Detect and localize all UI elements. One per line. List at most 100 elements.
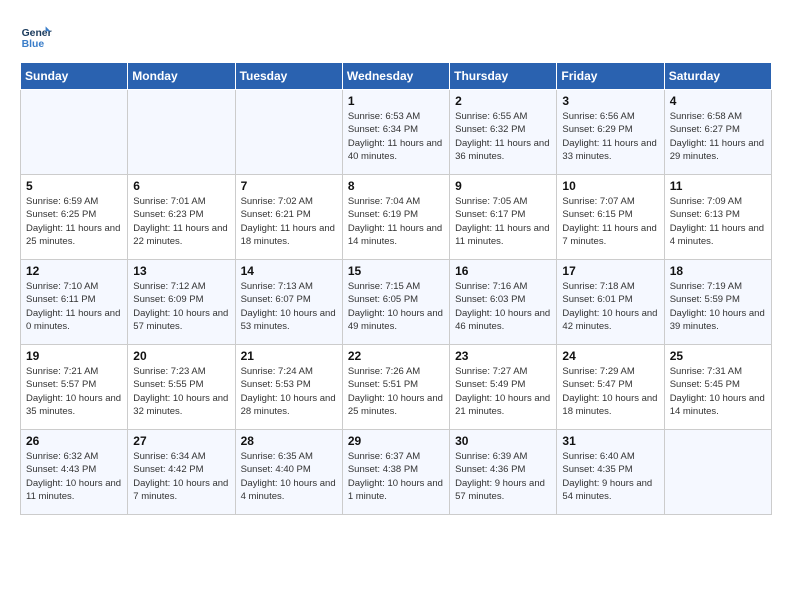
calendar-table: SundayMondayTuesdayWednesdayThursdayFrid… — [20, 62, 772, 515]
calendar-cell — [128, 90, 235, 175]
day-info: Sunrise: 7:21 AM Sunset: 5:57 PM Dayligh… — [26, 365, 122, 418]
calendar-cell: 25 Sunrise: 7:31 AM Sunset: 5:45 PM Dayli… — [664, 345, 771, 430]
calendar-cell: 4 Sunrise: 6:58 AM Sunset: 6:27 PM Daylig… — [664, 90, 771, 175]
day-number: 2 — [455, 94, 551, 108]
calendar-cell: 31 Sunrise: 6:40 AM Sunset: 4:35 PM Dayli… — [557, 430, 664, 515]
calendar-cell: 21Sunrise: 7:24 AM Sunset: 5:53 PM Dayli… — [235, 345, 342, 430]
day-number: 14 — [241, 264, 337, 278]
calendar-cell: 27 Sunrise: 6:34 AM Sunset: 4:42 PM Dayli… — [128, 430, 235, 515]
day-info: Sunrise: 6:59 AM Sunset: 6:25 PM Dayligh… — [26, 195, 122, 248]
day-info: Sunrise: 7:15 AM Sunset: 6:05 PM Dayligh… — [348, 280, 444, 333]
calendar-cell: 30 Sunrise: 6:39 AM Sunset: 4:36 PM Dayli… — [450, 430, 557, 515]
day-info: Sunrise: 6:55 AM Sunset: 6:32 PM Dayligh… — [455, 110, 551, 163]
weekday-header: Thursday — [450, 63, 557, 90]
day-number: 31 — [562, 434, 658, 448]
svg-text:Blue: Blue — [22, 39, 45, 50]
calendar-week-row: 1Sunrise: 6:53 AM Sunset: 6:34 PM Daylig… — [21, 90, 772, 175]
day-info: Sunrise: 7:27 AM Sunset: 5:49 PM Dayligh… — [455, 365, 551, 418]
day-number: 18 — [670, 264, 766, 278]
day-number: 21 — [241, 349, 337, 363]
weekday-header: Wednesday — [342, 63, 449, 90]
day-info: Sunrise: 6:53 AM Sunset: 6:34 PM Dayligh… — [348, 110, 444, 163]
calendar-cell: 14Sunrise: 7:13 AM Sunset: 6:07 PM Dayli… — [235, 260, 342, 345]
day-info: Sunrise: 7:01 AM Sunset: 6:23 PM Dayligh… — [133, 195, 229, 248]
day-number: 22 — [348, 349, 444, 363]
day-info: Sunrise: 7:07 AM Sunset: 6:15 PM Dayligh… — [562, 195, 658, 248]
day-number: 29 — [348, 434, 444, 448]
weekday-header: Sunday — [21, 63, 128, 90]
calendar-body: 1Sunrise: 6:53 AM Sunset: 6:34 PM Daylig… — [21, 90, 772, 515]
calendar-cell: 28 Sunrise: 6:35 AM Sunset: 4:40 PM Dayli… — [235, 430, 342, 515]
weekday-header: Tuesday — [235, 63, 342, 90]
day-number: 26 — [26, 434, 122, 448]
day-info: Sunrise: 6:56 AM Sunset: 6:29 PM Dayligh… — [562, 110, 658, 163]
day-info: Sunrise: 6:58 AM Sunset: 6:27 PM Dayligh… — [670, 110, 766, 163]
day-info: Sunrise: 7:18 AM Sunset: 6:01 PM Dayligh… — [562, 280, 658, 333]
weekday-header: Saturday — [664, 63, 771, 90]
day-number: 30 — [455, 434, 551, 448]
calendar-cell: 6Sunrise: 7:01 AM Sunset: 6:23 PM Daylig… — [128, 175, 235, 260]
day-number: 20 — [133, 349, 229, 363]
day-info: Sunrise: 6:32 AM Sunset: 4:43 PM Dayligh… — [26, 450, 122, 503]
day-info: Sunrise: 7:19 AM Sunset: 5:59 PM Dayligh… — [670, 280, 766, 333]
calendar-week-row: 26 Sunrise: 6:32 AM Sunset: 4:43 PM Dayli… — [21, 430, 772, 515]
calendar-cell: 18 Sunrise: 7:19 AM Sunset: 5:59 PM Dayli… — [664, 260, 771, 345]
day-number: 24 — [562, 349, 658, 363]
day-info: Sunrise: 7:31 AM Sunset: 5:45 PM Dayligh… — [670, 365, 766, 418]
calendar-cell: 26 Sunrise: 6:32 AM Sunset: 4:43 PM Dayli… — [21, 430, 128, 515]
calendar-cell: 29 Sunrise: 6:37 AM Sunset: 4:38 PM Dayli… — [342, 430, 449, 515]
calendar-cell: 10 Sunrise: 7:07 AM Sunset: 6:15 PM Dayli… — [557, 175, 664, 260]
day-info: Sunrise: 7:09 AM Sunset: 6:13 PM Dayligh… — [670, 195, 766, 248]
day-number: 19 — [26, 349, 122, 363]
day-info: Sunrise: 6:35 AM Sunset: 4:40 PM Dayligh… — [241, 450, 337, 503]
calendar-header-row: SundayMondayTuesdayWednesdayThursdayFrid… — [21, 63, 772, 90]
day-info: Sunrise: 7:10 AM Sunset: 6:11 PM Dayligh… — [26, 280, 122, 333]
day-info: Sunrise: 7:29 AM Sunset: 5:47 PM Dayligh… — [562, 365, 658, 418]
day-info: Sunrise: 7:02 AM Sunset: 6:21 PM Dayligh… — [241, 195, 337, 248]
day-number: 5 — [26, 179, 122, 193]
day-info: Sunrise: 7:16 AM Sunset: 6:03 PM Dayligh… — [455, 280, 551, 333]
day-info: Sunrise: 6:40 AM Sunset: 4:35 PM Dayligh… — [562, 450, 658, 503]
calendar-cell — [664, 430, 771, 515]
day-info: Sunrise: 6:37 AM Sunset: 4:38 PM Dayligh… — [348, 450, 444, 503]
day-info: Sunrise: 7:05 AM Sunset: 6:17 PM Dayligh… — [455, 195, 551, 248]
logo: General Blue — [20, 20, 56, 52]
calendar-cell: 16 Sunrise: 7:16 AM Sunset: 6:03 PM Dayli… — [450, 260, 557, 345]
day-number: 4 — [670, 94, 766, 108]
day-number: 11 — [670, 179, 766, 193]
calendar-cell: 15 Sunrise: 7:15 AM Sunset: 6:05 PM Dayli… — [342, 260, 449, 345]
day-number: 16 — [455, 264, 551, 278]
calendar-cell: 7 Sunrise: 7:02 AM Sunset: 6:21 PM Daylig… — [235, 175, 342, 260]
calendar-cell: 9 Sunrise: 7:05 AM Sunset: 6:17 PM Daylig… — [450, 175, 557, 260]
day-info: Sunrise: 7:26 AM Sunset: 5:51 PM Dayligh… — [348, 365, 444, 418]
day-number: 25 — [670, 349, 766, 363]
logo-icon: General Blue — [20, 20, 52, 52]
day-number: 15 — [348, 264, 444, 278]
weekday-header: Friday — [557, 63, 664, 90]
day-number: 10 — [562, 179, 658, 193]
day-number: 9 — [455, 179, 551, 193]
day-number: 17 — [562, 264, 658, 278]
day-number: 3 — [562, 94, 658, 108]
day-number: 28 — [241, 434, 337, 448]
calendar-cell: 12Sunrise: 7:10 AM Sunset: 6:11 PM Dayli… — [21, 260, 128, 345]
day-info: Sunrise: 6:34 AM Sunset: 4:42 PM Dayligh… — [133, 450, 229, 503]
day-number: 7 — [241, 179, 337, 193]
calendar-cell: 8Sunrise: 7:04 AM Sunset: 6:19 PM Daylig… — [342, 175, 449, 260]
day-number: 27 — [133, 434, 229, 448]
day-info: Sunrise: 6:39 AM Sunset: 4:36 PM Dayligh… — [455, 450, 551, 503]
calendar-week-row: 12Sunrise: 7:10 AM Sunset: 6:11 PM Dayli… — [21, 260, 772, 345]
calendar-cell: 17 Sunrise: 7:18 AM Sunset: 6:01 PM Dayli… — [557, 260, 664, 345]
calendar-cell: 20Sunrise: 7:23 AM Sunset: 5:55 PM Dayli… — [128, 345, 235, 430]
day-number: 8 — [348, 179, 444, 193]
calendar-week-row: 19 Sunrise: 7:21 AM Sunset: 5:57 PM Dayli… — [21, 345, 772, 430]
calendar-cell: 2 Sunrise: 6:55 AM Sunset: 6:32 PM Daylig… — [450, 90, 557, 175]
calendar-week-row: 5 Sunrise: 6:59 AM Sunset: 6:25 PM Daylig… — [21, 175, 772, 260]
calendar-cell: 13Sunrise: 7:12 AM Sunset: 6:09 PM Dayli… — [128, 260, 235, 345]
page-header: General Blue — [20, 20, 772, 52]
calendar-cell: 3 Sunrise: 6:56 AM Sunset: 6:29 PM Daylig… — [557, 90, 664, 175]
calendar-cell — [235, 90, 342, 175]
calendar-cell: 1Sunrise: 6:53 AM Sunset: 6:34 PM Daylig… — [342, 90, 449, 175]
day-number: 13 — [133, 264, 229, 278]
weekday-header: Monday — [128, 63, 235, 90]
